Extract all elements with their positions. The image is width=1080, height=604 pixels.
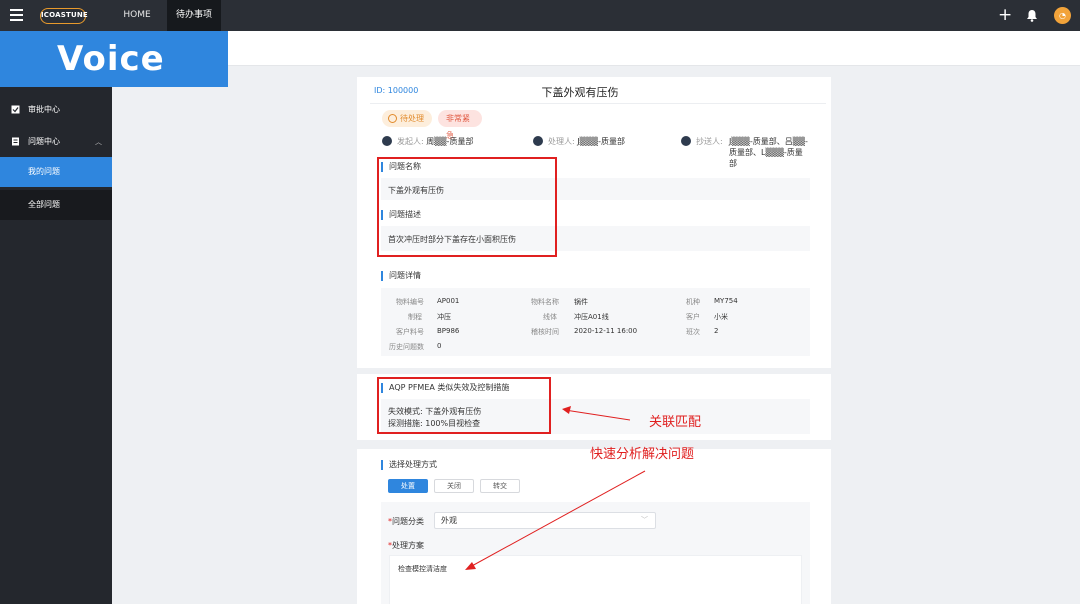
dispose-button[interactable]: 处置 xyxy=(388,479,428,493)
detail-value: 冲压 xyxy=(437,313,451,321)
user-icon xyxy=(382,136,392,146)
detail-key: 机种 xyxy=(686,298,700,306)
annotation-quick-analysis: 快速分析解决问题 xyxy=(590,447,695,462)
plan-label: *处理方案 xyxy=(388,541,424,550)
title-divider xyxy=(370,103,826,104)
bell-icon[interactable] xyxy=(1026,9,1038,22)
top-bar: ICOASTUNE HOME 待办事项 + ◔ xyxy=(0,0,1080,31)
cc-line: J▒▒▒-质量部、吕▒▒- xyxy=(729,137,808,146)
logo[interactable]: ICOASTUNE xyxy=(40,8,88,24)
priority-badge: 非常紧急 xyxy=(438,110,482,140)
detail-value: BP986 xyxy=(437,327,460,335)
user-icon xyxy=(533,136,543,146)
detail-key: 客户料号 xyxy=(396,328,424,336)
detail-value: 2 xyxy=(714,327,719,335)
section-divider xyxy=(357,368,831,374)
page-header-strip xyxy=(228,31,1080,66)
detail-value: 锅件 xyxy=(574,298,588,306)
detail-key: 历史问题数 xyxy=(389,343,424,351)
status-badge-label: 待处理 xyxy=(400,114,424,123)
initiator-value: 周▒▒-质量部 xyxy=(426,137,474,146)
sidebar-item-approval[interactable]: 审批中心 xyxy=(0,96,112,124)
highlight-box-pfmea xyxy=(377,377,551,434)
close-button[interactable]: 关闭 xyxy=(434,479,474,493)
details-heading: 问题详情 xyxy=(381,271,421,281)
handling-heading: 选择处理方式 xyxy=(381,460,437,470)
initiator-label: 发起人: xyxy=(397,137,424,146)
plan-label-text: 处理方案 xyxy=(392,541,424,550)
detail-value: 小米 xyxy=(714,313,728,321)
detail-value: 0 xyxy=(437,342,442,350)
detail-key: 班次 xyxy=(686,328,700,336)
sidebar-item-issues[interactable]: 问题中心 ︿ xyxy=(0,128,112,156)
cc-label: 抄送人: xyxy=(696,137,723,146)
sidebar-item-label: 问题中心 xyxy=(28,137,60,146)
handler-label: 处理人: xyxy=(548,137,575,146)
category-select[interactable]: 外观 ﹀ xyxy=(434,512,656,529)
cc-value: J▒▒▒-质量部、吕▒▒- 质量部、L▒▒▒-质量部 xyxy=(729,136,809,169)
issue-id: ID: 100000 xyxy=(374,86,419,95)
issue-icon xyxy=(12,137,19,146)
status-badge-pending: 待处理 xyxy=(382,110,432,127)
transfer-button[interactable]: 转交 xyxy=(480,479,520,493)
category-label: *问题分类 xyxy=(388,517,424,526)
detail-key: 客户 xyxy=(686,313,700,321)
approval-icon xyxy=(11,105,20,114)
detail-value: AP001 xyxy=(437,297,460,305)
chevron-up-icon: ︿ xyxy=(95,138,102,146)
add-icon[interactable]: + xyxy=(998,7,1012,24)
highlight-box-problem xyxy=(377,157,557,257)
detail-value: MY754 xyxy=(714,297,738,305)
detail-key: 物料名称 xyxy=(531,298,559,306)
handler-value: J▒▒▒-质量部 xyxy=(577,137,625,146)
menu-icon[interactable] xyxy=(10,9,23,21)
detail-key: 线体 xyxy=(543,313,557,321)
pending-icon xyxy=(388,114,397,123)
issue-title: 下盖外观有压伤 xyxy=(541,86,619,99)
detail-value: 2020-12-11 16:00 xyxy=(574,327,638,335)
detail-value: 冲压A01线 xyxy=(574,313,609,321)
chevron-down-icon: ﹀ xyxy=(641,516,648,524)
user-icon xyxy=(681,136,691,146)
detail-key: 制程 xyxy=(408,313,422,321)
plan-textarea[interactable]: 检查模控清洁度 xyxy=(389,555,802,604)
sidebar-item-my-issues[interactable]: 我的问题 xyxy=(0,157,112,187)
annotation-match: 关联匹配 xyxy=(649,415,702,430)
detail-key: 物料编号 xyxy=(396,298,424,306)
voice-banner: Voice xyxy=(0,31,228,87)
nav-home[interactable]: HOME xyxy=(112,0,162,31)
category-label-text: 问题分类 xyxy=(392,517,424,526)
sidebar-item-label: 审批中心 xyxy=(28,105,60,114)
detail-key: 稽核时间 xyxy=(531,328,559,336)
cc-line: 质量部、L▒▒▒-质量部 xyxy=(729,148,803,168)
nav-todo[interactable]: 待办事项 xyxy=(167,0,221,31)
avatar[interactable]: ◔ xyxy=(1054,7,1071,24)
category-value: 外观 xyxy=(441,516,457,525)
sidebar-item-all-issues[interactable]: 全部问题 xyxy=(0,190,112,220)
